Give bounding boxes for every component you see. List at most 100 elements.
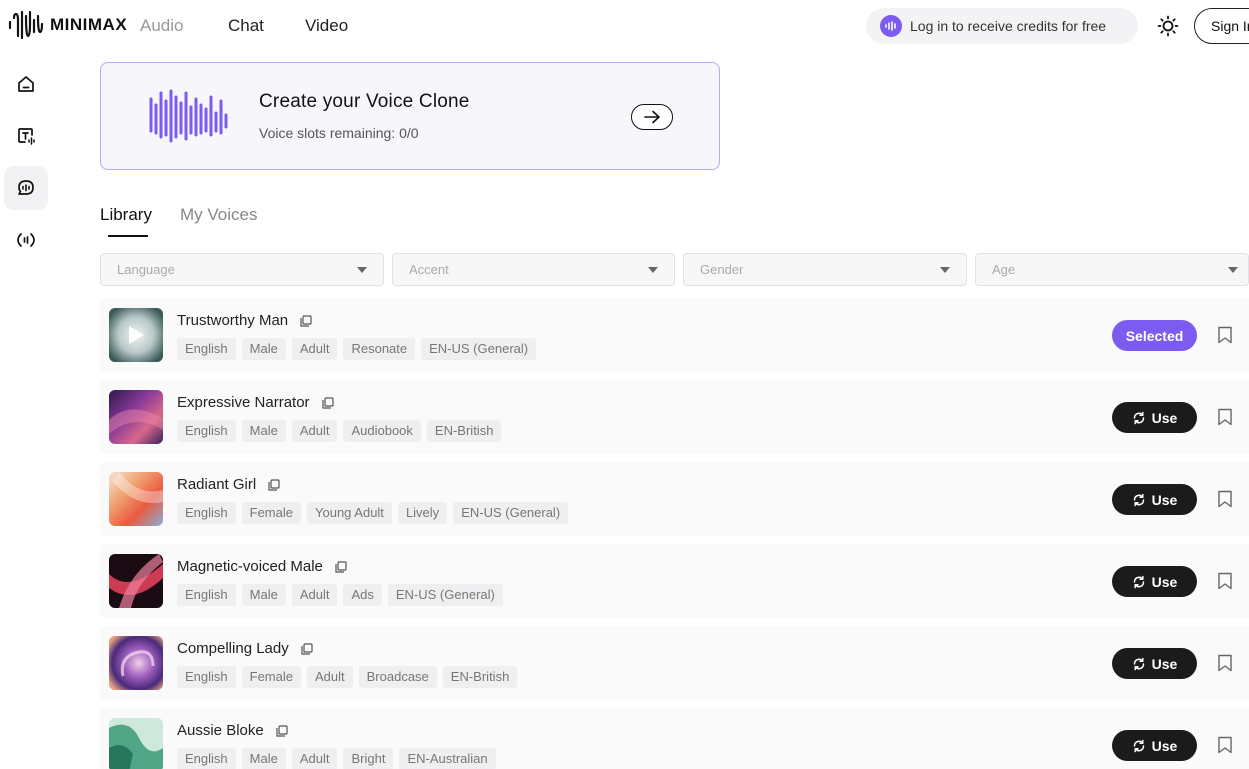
voice-thumbnail-play[interactable] <box>109 308 163 362</box>
voice-tags: English Male Adult Bright EN-Australian <box>177 748 496 769</box>
sidebar-item-voice-chat[interactable] <box>4 166 48 210</box>
voice-tag: EN-US (General) <box>387 584 503 606</box>
sidebar-item-audio-broadcast[interactable] <box>4 218 48 262</box>
use-label: Use <box>1151 573 1178 590</box>
voice-tag: Resonate <box>343 338 416 360</box>
use-label: Use <box>1151 491 1178 508</box>
arrow-right-icon <box>644 110 660 124</box>
voice-name: Compelling Lady <box>177 640 313 657</box>
voice-chat-icon <box>18 180 34 195</box>
voice-row[interactable]: Compelling Lady English Female Adult Bro… <box>100 626 1249 700</box>
accent-filter[interactable]: Accent <box>392 253 675 286</box>
voice-tag: Adult <box>307 666 353 688</box>
brand-name: MINIMAX <box>50 15 128 34</box>
voice-tag: Male <box>241 748 286 769</box>
voice-thumbnail[interactable] <box>109 472 163 526</box>
voice-tag: Bright <box>343 748 394 769</box>
voice-tag: EN-US (General) <box>421 338 537 360</box>
voice-tags: English Male Adult Ads EN-US (General) <box>177 584 503 606</box>
top-bar: MINIMAX Audio Chat Video Log in to recei… <box>0 0 1249 52</box>
voice-tag: English <box>177 584 236 606</box>
use-voice-button[interactable]: Use <box>1112 566 1197 597</box>
copy-icon[interactable] <box>268 479 280 491</box>
use-label: Use <box>1151 655 1178 672</box>
voice-row[interactable]: Radiant Girl English Female Young Adult … <box>100 462 1249 536</box>
sidebar-item-home[interactable] <box>4 62 48 106</box>
refresh-icon <box>1133 575 1144 588</box>
language-filter-label: Language <box>117 262 175 277</box>
nav-audio[interactable]: Audio <box>140 16 183 36</box>
use-voice-button[interactable]: Use <box>1112 484 1197 515</box>
nav-chat[interactable]: Chat <box>228 16 264 36</box>
age-filter[interactable]: Age <box>975 253 1249 286</box>
refresh-icon <box>1133 411 1144 424</box>
voice-tag: Male <box>241 338 286 360</box>
copy-icon[interactable] <box>335 561 347 573</box>
sign-in-button[interactable]: Sign In <box>1194 8 1249 44</box>
voice-name: Expressive Narrator <box>177 394 334 411</box>
voice-row[interactable]: Magnetic-voiced Male English Male Adult … <box>100 544 1249 618</box>
voice-tag: English <box>177 666 236 688</box>
home-icon <box>18 76 34 92</box>
copy-icon[interactable] <box>276 725 288 737</box>
tab-library[interactable]: Library <box>100 205 152 225</box>
voice-name-text: Expressive Narrator <box>177 394 310 411</box>
bookmark-icon[interactable] <box>1217 326 1233 344</box>
voice-clone-card[interactable]: Create your Voice Clone Voice slots rema… <box>100 62 720 170</box>
gender-filter-label: Gender <box>700 262 744 277</box>
use-label: Use <box>1151 737 1178 754</box>
voice-tag: English <box>177 748 236 769</box>
voice-tag: Young Adult <box>307 502 392 524</box>
voice-tag: English <box>177 502 236 524</box>
voice-tag: English <box>177 338 236 360</box>
voice-tag: Audiobook <box>343 420 421 442</box>
voice-row[interactable]: Expressive Narrator English Male Adult A… <box>100 380 1249 454</box>
age-filter-label: Age <box>992 262 1016 277</box>
voice-name: Aussie Bloke <box>177 722 288 739</box>
voice-tags: English Male Adult Resonate EN-US (Gener… <box>177 338 537 360</box>
bookmark-icon[interactable] <box>1217 654 1233 672</box>
gender-filter[interactable]: Gender <box>683 253 967 286</box>
copy-icon[interactable] <box>301 643 313 655</box>
tab-my-voices[interactable]: My Voices <box>180 205 257 225</box>
voice-thumbnail[interactable] <box>109 554 163 608</box>
brand-logo[interactable]: MINIMAX <box>8 10 127 40</box>
credits-login-button[interactable]: Log in to receive credits for free <box>866 8 1138 44</box>
use-label: Use <box>1151 409 1178 426</box>
waveform-logo-icon <box>8 10 44 40</box>
language-filter[interactable]: Language <box>100 253 384 286</box>
use-voice-button[interactable]: Use <box>1112 402 1197 433</box>
use-voice-button[interactable]: Use <box>1112 730 1197 761</box>
voice-row[interactable]: Aussie Bloke English Male Adult Bright E… <box>100 708 1249 769</box>
selected-button[interactable]: Selected <box>1112 320 1197 351</box>
voice-thumbnail[interactable] <box>109 390 163 444</box>
voice-tag: Female <box>241 666 301 688</box>
copy-icon[interactable] <box>322 397 334 409</box>
voice-tag: Adult <box>291 338 338 360</box>
voice-tag: Adult <box>291 584 338 606</box>
chevron-down-icon <box>648 267 658 273</box>
theme-toggle-button[interactable] <box>1157 15 1179 37</box>
copy-icon[interactable] <box>300 315 312 327</box>
voice-tag: Female <box>241 502 301 524</box>
voice-row[interactable]: Trustworthy Man English Male Adult Reson… <box>100 298 1249 372</box>
voice-name-text: Trustworthy Man <box>177 312 289 329</box>
voice-tags: English Female Young Adult Lively EN-US … <box>177 502 569 524</box>
bookmark-icon[interactable] <box>1217 736 1233 754</box>
audio-broadcast-icon <box>17 233 35 247</box>
voice-tag: Adult <box>291 420 338 442</box>
voice-tag: EN-British <box>426 420 502 442</box>
sidebar-item-text-to-speech[interactable] <box>4 114 48 158</box>
clone-arrow-button[interactable] <box>631 104 673 130</box>
text-to-speech-icon <box>18 128 35 145</box>
voice-name-text: Aussie Bloke <box>177 722 264 739</box>
use-voice-button[interactable]: Use <box>1112 648 1197 679</box>
bookmark-icon[interactable] <box>1217 490 1233 508</box>
voice-thumbnail[interactable] <box>109 636 163 690</box>
nav-video[interactable]: Video <box>305 16 348 36</box>
bookmark-icon[interactable] <box>1217 408 1233 426</box>
voice-name: Magnetic-voiced Male <box>177 558 347 575</box>
voice-tag: EN-British <box>442 666 518 688</box>
bookmark-icon[interactable] <box>1217 572 1233 590</box>
voice-thumbnail[interactable] <box>109 718 163 769</box>
